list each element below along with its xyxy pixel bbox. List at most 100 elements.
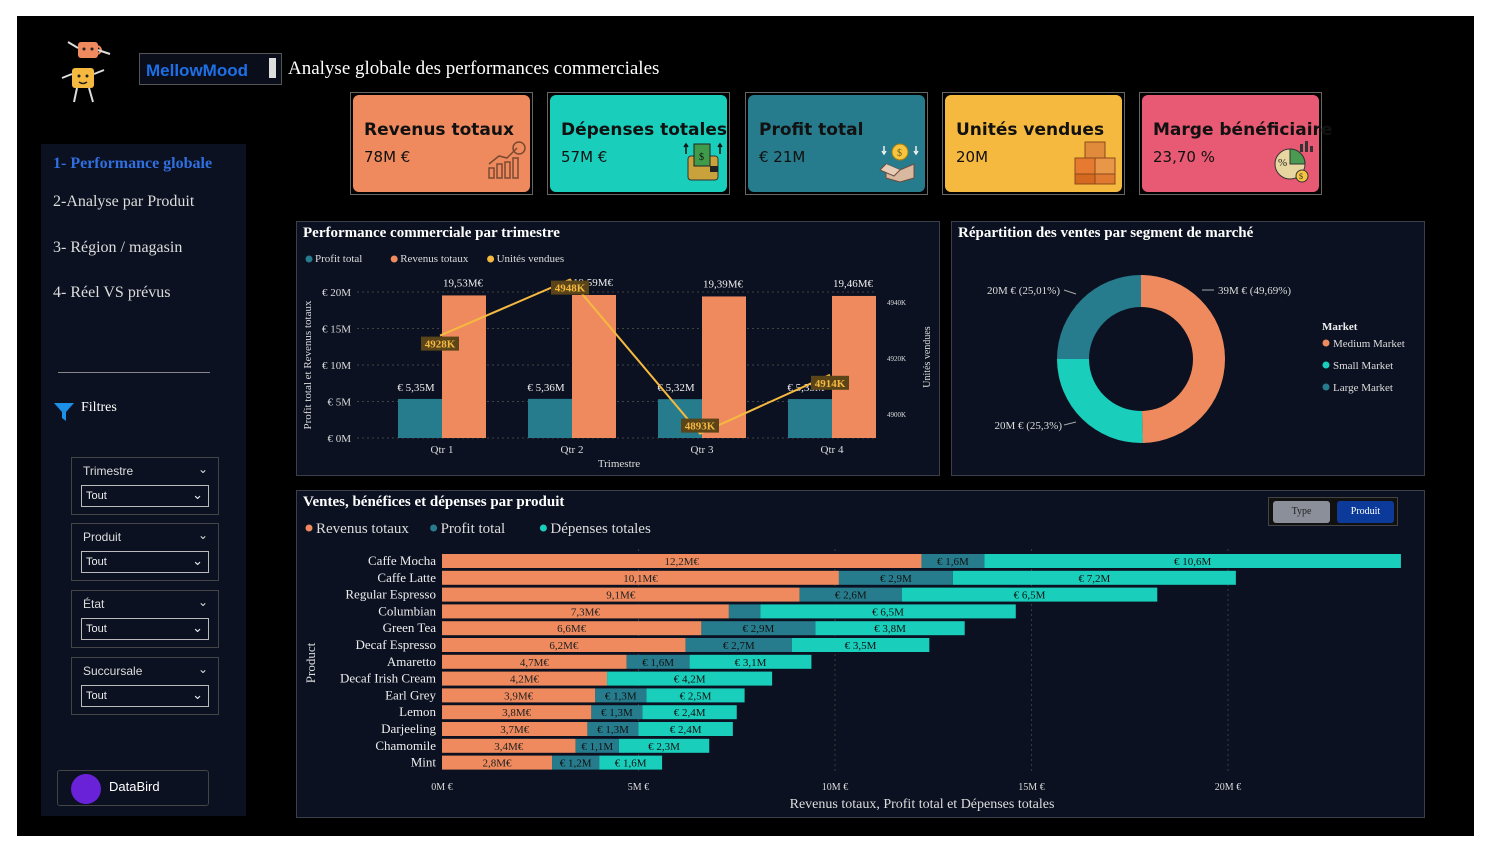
data-label: € 1,3M — [605, 690, 637, 702]
chevron-down-icon[interactable]: ⌄ — [198, 662, 208, 676]
kpi-title: Marge bénéficiaire — [1153, 120, 1333, 140]
nav-region-magasin[interactable]: 3- Région / magasin — [53, 239, 182, 257]
databird-badge[interactable]: DataBird — [57, 770, 209, 806]
kpi-marge-beneficiaire: Marge bénéficiaire 23,70 % % $ — [1139, 92, 1332, 195]
legend-marker — [539, 524, 547, 532]
chevron-down-icon[interactable]: ⌄ — [198, 528, 208, 542]
slicer-value: Tout — [86, 556, 107, 568]
legend-marker — [487, 255, 495, 263]
chevron-down-icon[interactable]: ⌄ — [198, 595, 208, 609]
mascot-logo-icon — [61, 41, 111, 103]
kpi-title: Revenus totaux — [364, 120, 514, 140]
bar-revenue — [832, 295, 876, 438]
legend-title: Market — [1322, 321, 1358, 333]
chevron-down-icon: ⌄ — [192, 487, 203, 502]
y-tick-label: € 10M — [322, 360, 351, 372]
leader-line — [1063, 289, 1077, 295]
nav-reel-vs-prevus[interactable]: 4- Réel VS prévus — [53, 284, 170, 302]
slicer-succursale[interactable]: Succursale ⌄ Tout ⌄ — [71, 657, 219, 715]
kpi-value: 20M — [956, 148, 989, 166]
x-axis-label: Trimestre — [598, 458, 640, 470]
toggle-type-button[interactable]: Type — [1273, 501, 1330, 523]
data-label: 10,1M€ — [623, 573, 658, 585]
svg-text:$: $ — [1299, 172, 1303, 181]
kpi-card: Unités vendues 20M — [945, 95, 1122, 192]
kpi-card: Dépenses totales 57M € $ — [550, 95, 727, 192]
quarterly-performance-panel: Performance commerciale par trimestre Pr… — [296, 221, 940, 476]
toggle-produit-button[interactable]: Produit — [1337, 501, 1394, 523]
kpi-profit-total: Profit total € 21M $ — [745, 92, 928, 195]
legend-marker — [1322, 383, 1330, 391]
x-tick-label: 15M € — [1018, 782, 1044, 793]
legend-marker — [430, 524, 438, 532]
legend-label: Medium Market — [1333, 338, 1405, 350]
data-label: 9,1M€ — [606, 590, 636, 602]
bar-revenue — [442, 295, 486, 438]
slicer-trimestre[interactable]: Trimestre ⌄ Tout ⌄ — [71, 457, 219, 515]
bar-profit — [788, 399, 832, 438]
x-tick-label: 10M € — [822, 782, 848, 793]
donut-slice — [1057, 275, 1141, 360]
y-tick-label: Chamomile — [375, 738, 436, 753]
nav-analyse-produit[interactable]: 2-Analyse par Produit — [53, 193, 194, 211]
x-tick-label: 5M € — [628, 782, 649, 793]
x-tick-label: 0M € — [431, 782, 452, 793]
kpi-revenus-totaux: Revenus totaux 78M € — [350, 92, 533, 195]
type-produit-toggle: Type Produit — [1268, 497, 1398, 526]
data-label: 3,8M€ — [502, 707, 532, 719]
kpi-title: Profit total — [759, 120, 864, 140]
growth-chart-icon — [488, 141, 526, 179]
legend-label: Dépenses totales — [550, 521, 651, 537]
filters-title: Filtres — [81, 400, 117, 415]
kpi-value: 57M € — [561, 148, 608, 166]
data-label: 3,7M€ — [500, 724, 530, 736]
legend-marker — [305, 524, 313, 532]
data-label: € 2,4M — [674, 707, 706, 719]
y-axis-label: Product — [303, 642, 318, 683]
y2-tick-label: 4940K — [887, 299, 906, 307]
data-label: € 10,6M — [1174, 556, 1212, 568]
slicer-produit[interactable]: Produit ⌄ Tout ⌄ — [71, 523, 219, 581]
brand-name: MellowMood — [146, 61, 248, 80]
boxes-icon — [1074, 141, 1116, 185]
data-label: € 5,35M — [397, 382, 435, 394]
data-label: 19,46M€ — [833, 278, 874, 290]
data-label: € 2,9M — [880, 573, 912, 585]
kpi-value: € 21M — [759, 148, 806, 166]
data-label: € 6,5M — [1014, 590, 1046, 602]
data-label: € 1,3M — [601, 707, 633, 719]
nav-performance-globale[interactable]: 1- Performance globale — [53, 155, 212, 173]
quarterly-performance-chart: Profit total Revenus totaux Unités vendues… — [302, 253, 933, 470]
slicer-dropdown[interactable]: Tout ⌄ — [81, 485, 209, 507]
legend-label: Unités vendues — [497, 253, 565, 265]
units-line — [439, 278, 831, 435]
data-label: 6,2M€ — [549, 640, 579, 652]
donut-slice — [1057, 359, 1143, 443]
slicer-label: Trimestre — [83, 464, 134, 478]
slice-label: 20M € (25,01%) — [987, 285, 1060, 297]
data-label: € 2,7M — [723, 640, 755, 652]
page-title: Analyse globale des performances commerc… — [288, 58, 660, 79]
chevron-down-icon: ⌄ — [192, 687, 203, 702]
kpi-value: 23,70 % — [1153, 148, 1215, 166]
chevron-down-icon[interactable]: ⌄ — [198, 462, 208, 476]
kpi-title: Unités vendues — [956, 120, 1105, 140]
legend-marker — [305, 255, 313, 263]
data-label: € 1,6M — [642, 657, 674, 669]
y2-tick-label: 4920K — [887, 355, 906, 363]
y-tick-label: Darjeeling — [381, 721, 436, 736]
slicer-dropdown[interactable]: Tout ⌄ — [81, 618, 209, 640]
data-label: € 1,2M — [560, 758, 592, 770]
slicer-dropdown[interactable]: Tout ⌄ — [81, 551, 209, 573]
svg-text:%: % — [1278, 157, 1287, 169]
slicer-dropdown[interactable]: Tout ⌄ — [81, 685, 209, 707]
products-stacked-bar-chart: Revenus totaux Profit total Dépenses total… — [303, 521, 1401, 812]
slicer-etat[interactable]: État ⌄ Tout ⌄ — [71, 590, 219, 648]
slicer-label: Produit — [83, 530, 122, 544]
x-tick-label: Qtr 4 — [821, 444, 844, 456]
data-label: 4,2M€ — [510, 674, 540, 686]
legend-label: Revenus totaux — [400, 253, 469, 265]
databird-label: DataBird — [109, 779, 160, 794]
slicer-value: Tout — [86, 690, 107, 702]
kpi-value: 78M € — [364, 148, 411, 166]
